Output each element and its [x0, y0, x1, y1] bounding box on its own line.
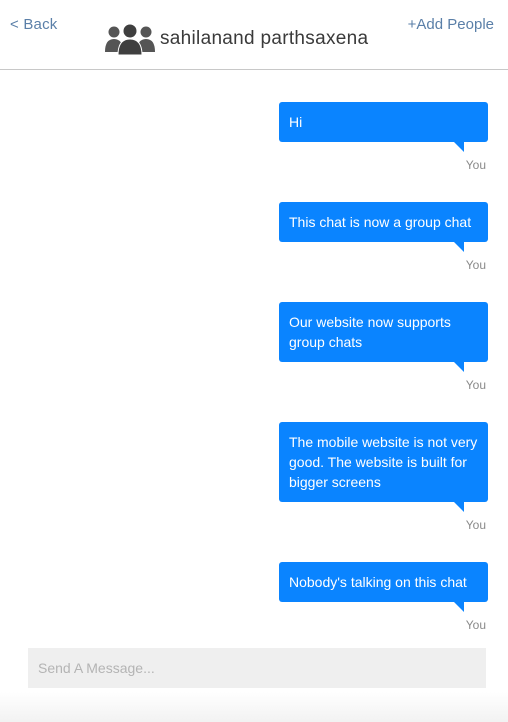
message-sender: You: [465, 378, 486, 392]
message-bubble: Hi: [279, 102, 488, 152]
bottom-bar: [0, 692, 508, 722]
message-item: Nobody's talking on this chat You: [279, 562, 488, 632]
message-bubble: This chat is now a group chat: [279, 202, 488, 252]
message-sender: You: [465, 618, 486, 632]
message-item: Hi You: [279, 102, 488, 172]
message-input[interactable]: [28, 648, 486, 688]
message-item: Our website now supports group chats You: [279, 302, 488, 392]
back-button[interactable]: < Back: [10, 16, 57, 33]
chat-header: < Back sahilanand parthsaxena +Add Peopl…: [0, 0, 508, 70]
message-item: The mobile website is not very good. The…: [279, 422, 488, 532]
message-sender: You: [465, 518, 486, 532]
message-bubble: Nobody's talking on this chat: [279, 562, 488, 612]
message-bubble: Our website now supports group chats: [279, 302, 488, 372]
chat-title-group: sahilanand parthsaxena: [104, 22, 368, 56]
group-people-icon: [105, 23, 155, 56]
message-item: This chat is now a group chat You: [279, 202, 488, 272]
add-people-button[interactable]: +Add People: [408, 16, 494, 33]
message-sender: You: [465, 158, 486, 172]
message-bubble: The mobile website is not very good. The…: [279, 422, 488, 512]
message-sender: You: [465, 258, 486, 272]
chat-title: sahilanand parthsaxena: [160, 28, 369, 49]
